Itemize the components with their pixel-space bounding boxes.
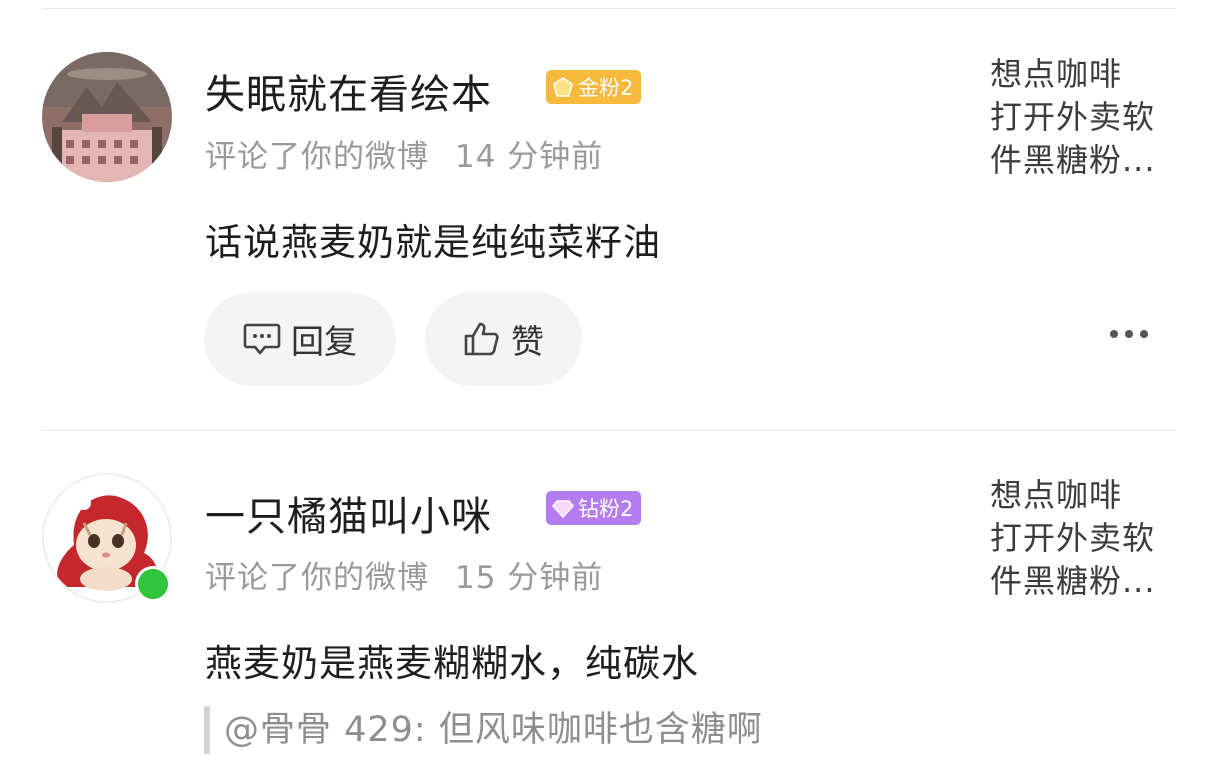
badge-label: 金粉2	[578, 76, 634, 100]
fan-badge[interactable]: 钻粉2	[546, 491, 642, 525]
preview-line: 打开外卖软	[990, 98, 1156, 136]
more-options-icon[interactable]	[1110, 330, 1148, 338]
like-button[interactable]: 赞	[425, 292, 582, 386]
post-preview[interactable]: 想点咖啡 打开外卖软 件黑糖粉...	[990, 474, 1175, 603]
username[interactable]: 一只橘猫叫小咪	[205, 484, 492, 542]
diamond-icon	[552, 500, 574, 519]
comment-text: 话说燕麦奶就是纯纯菜籽油	[205, 221, 661, 264]
divider	[42, 430, 1176, 431]
online-status-indicator	[135, 566, 171, 602]
thumbs-up-icon	[464, 322, 499, 356]
preview-line: 件黑糖粉...	[990, 562, 1156, 600]
quoted-reply[interactable]: @骨骨 429: 但风味咖啡也含糖啊	[204, 706, 763, 754]
timestamp: 15 分钟前	[455, 560, 604, 596]
reply-label: 回复	[291, 322, 357, 361]
divider-top	[42, 8, 1176, 9]
comment-meta: 评论了你的微博 14 分钟前	[205, 131, 603, 176]
username[interactable]: 失眠就在看绘本	[205, 62, 492, 120]
badge-label: 钻粉2	[578, 497, 634, 521]
preview-line: 想点咖啡	[990, 55, 1123, 93]
preview-line: 件黑糖粉...	[990, 141, 1156, 179]
comment-text: 燕麦奶是燕麦糊糊水，纯碳水	[205, 642, 699, 685]
fan-badge[interactable]: 金粉2	[546, 70, 642, 104]
comment-icon	[243, 323, 281, 355]
preview-line: 想点咖啡	[990, 476, 1123, 514]
reply-button[interactable]: 回复	[204, 292, 396, 386]
action-text: 评论了你的微博	[205, 139, 429, 175]
like-label: 赞	[511, 322, 544, 361]
preview-line: 打开外卖软	[990, 519, 1156, 557]
avatar[interactable]	[42, 52, 172, 182]
crown-gem-icon	[553, 77, 573, 97]
timestamp: 14 分钟前	[455, 139, 604, 175]
comment-meta: 评论了你的微博 15 分钟前	[205, 552, 603, 597]
action-text: 评论了你的微博	[205, 560, 429, 596]
post-preview[interactable]: 想点咖啡 打开外卖软 件黑糖粉...	[990, 53, 1175, 182]
